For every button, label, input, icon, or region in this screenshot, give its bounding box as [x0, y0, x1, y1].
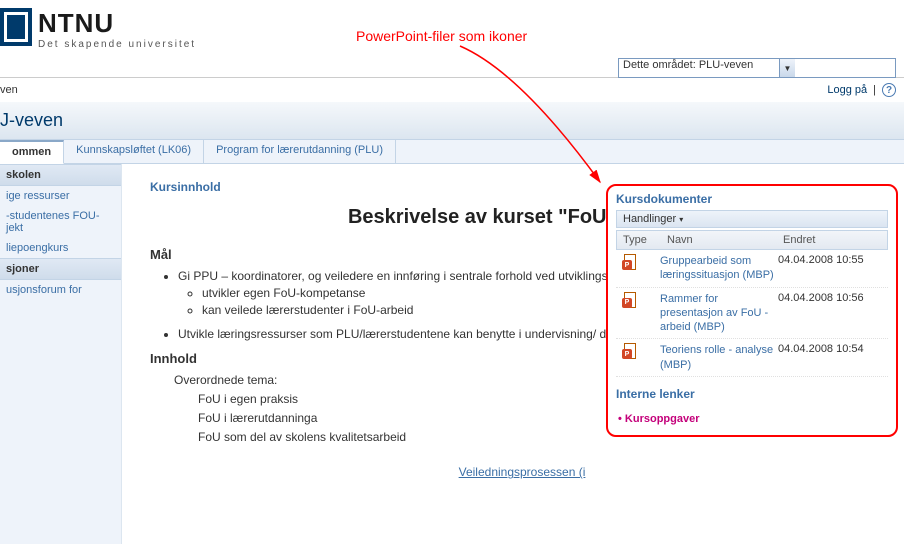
doc-type-cell: P — [616, 292, 660, 335]
login-link[interactable]: Logg på — [827, 84, 867, 96]
doc-row: P Teoriens rolle - analyse (MBP) 04.04.2… — [616, 339, 888, 377]
topbar-left-fragment: ven — [0, 84, 18, 96]
tab-home[interactable]: ommen — [0, 140, 64, 164]
help-icon[interactable]: ? — [882, 83, 896, 97]
col-date[interactable]: Endret — [777, 231, 887, 249]
doc-name-link[interactable]: Rammer for presentasjon av FoU -arbeid (… — [660, 292, 778, 335]
scope-select[interactable]: Dette området: PLU-veven — [619, 59, 779, 77]
kursdokumenter-panel: Kursdokumenter Handlinger ▾ Type Navn En… — [606, 184, 898, 437]
tab-bar: ommen Kunnskapsløftet (LK06) Program for… — [0, 140, 904, 164]
powerpoint-icon: P — [622, 292, 638, 308]
sidebar-item-poengkurs[interactable]: liepoengkurs — [0, 238, 121, 258]
doc-date: 04.04.2008 10:54 — [778, 343, 888, 372]
sidebar: skolen ige ressurser -studentenes FOU-je… — [0, 164, 122, 544]
kursdokumenter-title: Kursdokumenter — [616, 192, 888, 206]
scope-search[interactable]: Dette området: PLU-veven ▼ — [618, 58, 896, 78]
powerpoint-icon: P — [622, 343, 638, 359]
doc-date: 04.04.2008 10:55 — [778, 254, 888, 283]
tab-plu[interactable]: Program for lærerutdanning (PLU) — [204, 140, 396, 163]
search-input[interactable] — [795, 59, 895, 77]
doc-row: P Rammer for presentasjon av FoU -arbeid… — [616, 288, 888, 340]
doc-name-link[interactable]: Gruppearbeid som læringssituasjon (MBP) — [660, 254, 778, 283]
doc-type-cell: P — [616, 343, 660, 372]
doc-type-cell: P — [616, 254, 660, 283]
sidebar-item-diskusjon[interactable]: usjonsforum for — [0, 280, 121, 300]
handlinger-menu[interactable]: Handlinger ▾ — [616, 210, 888, 228]
logo-subtitle: Det skapende universitet — [38, 39, 196, 50]
docs-header-row: Type Navn Endret — [616, 230, 888, 250]
ntnu-logo-icon — [0, 8, 32, 46]
col-name[interactable]: Navn — [661, 231, 777, 249]
doc-row: P Gruppearbeid som læringssituasjon (MBP… — [616, 250, 888, 288]
logo-text: NTNU Det skapende universitet — [38, 8, 196, 50]
logo-area: NTNU Det skapende universitet — [0, 8, 196, 77]
scope-dropdown-icon[interactable]: ▼ — [779, 59, 795, 77]
logo-title: NTNU — [38, 8, 196, 39]
chevron-down-icon: ▾ — [679, 215, 683, 224]
powerpoint-icon: P — [622, 254, 638, 270]
sidebar-head-sjoner: sjoner — [0, 258, 121, 280]
sidebar-item-fou-prosjekt[interactable]: -studentenes FOU-jekt — [0, 206, 121, 238]
annotation-text: PowerPoint-filer som ikoner — [356, 28, 527, 44]
sidebar-head-skolen: skolen — [0, 164, 121, 186]
topbar: ven Logg på | ? — [0, 78, 904, 102]
banner-title: J-veven — [0, 110, 63, 131]
interne-lenker-title: Interne lenker — [616, 387, 888, 401]
kursoppgaver-link[interactable]: Kursoppgaver — [630, 413, 888, 425]
handlinger-label: Handlinger — [623, 213, 676, 225]
veiledning-link[interactable]: Veiledningsprosessen (i — [150, 465, 894, 479]
page-header: NTNU Det skapende universitet PowerPoint… — [0, 0, 904, 78]
page-banner: J-veven — [0, 102, 904, 140]
tab-lk06[interactable]: Kunnskapsløftet (LK06) — [64, 140, 204, 163]
doc-name-link[interactable]: Teoriens rolle - analyse (MBP) — [660, 343, 778, 372]
doc-date: 04.04.2008 10:56 — [778, 292, 888, 335]
topbar-separator: | — [873, 84, 876, 96]
sidebar-item-ressurser[interactable]: ige ressurser — [0, 186, 121, 206]
col-type[interactable]: Type — [617, 231, 661, 249]
